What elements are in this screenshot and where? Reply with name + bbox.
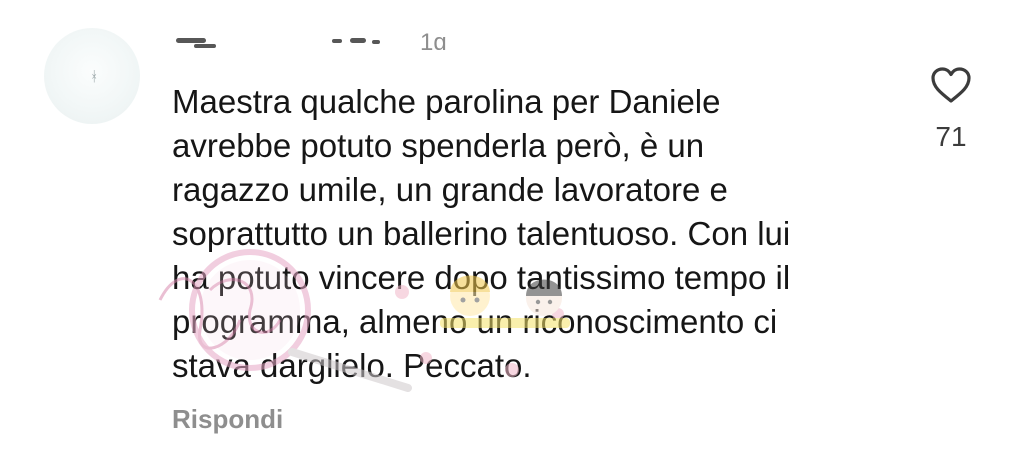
comment-line: ragazzo umile, un grande lavoratore e [172,171,728,208]
like-count: 71 [935,121,967,152]
comment-line: Maestra qualche parolina per Daniele [172,83,721,120]
heart-outline-icon[interactable] [930,66,972,104]
username-redacted[interactable] [172,28,402,50]
comment-body: Maestra qualche parolina per Daniele avr… [172,80,892,388]
comment-screen: ᚼ 1g Maestra qualche parolina per Daniel… [0,0,1024,449]
comment-line: ha potuto vincere dopo tantissimo tempo … [172,259,791,296]
comment-line: stava darglielo. Peccato. [172,347,532,384]
comment-line: programma, almeno un riconoscimento ci [172,303,778,340]
reply-button[interactable]: Rispondi [172,402,283,436]
comment-timestamp: 1g [420,29,447,50]
comment-line: avrebbe potuto spenderla però, è un [172,127,705,164]
avatar[interactable]: ᚼ [44,28,140,124]
avatar-figure-icon: ᚼ [90,68,99,84]
comment-line: soprattutto un ballerino talentuoso. Con… [172,215,791,252]
